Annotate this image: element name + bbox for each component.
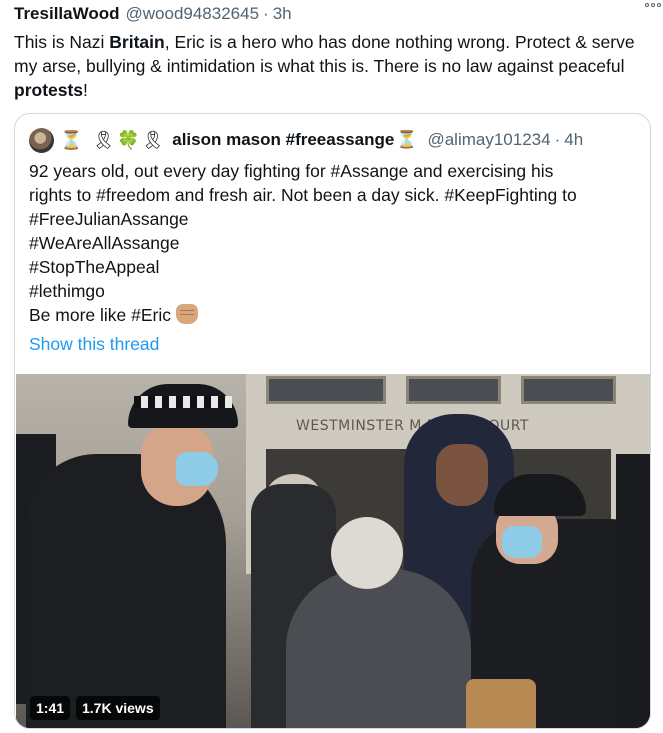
person-right bbox=[616, 454, 650, 728]
author-display-name[interactable]: TresillaWood bbox=[14, 4, 120, 24]
avatar[interactable] bbox=[29, 127, 54, 153]
tweet-text-part: ! bbox=[83, 80, 88, 100]
quoted-text-line: rights to #freedom and fresh air. Not be… bbox=[29, 185, 577, 205]
author-handle[interactable]: @wood94832645 bbox=[126, 4, 260, 24]
hourglass-icon: ⏳ bbox=[396, 130, 418, 150]
person-elderly bbox=[286, 569, 471, 728]
tweet-text-part: This is Nazi bbox=[14, 32, 110, 52]
separator-dot: · bbox=[263, 4, 269, 23]
building-window bbox=[521, 376, 616, 404]
quoted-tweet-card[interactable]: ⏳ 🎗🍀🎗 alison mason #freeassange ⏳ @alima… bbox=[14, 113, 651, 729]
quoted-text-part: Be more like #Eric bbox=[29, 305, 176, 325]
person-head bbox=[331, 517, 403, 589]
quoted-tweet-text: 92 years old, out every day fighting for… bbox=[29, 159, 639, 327]
hashtag-link[interactable]: #FreeJulianAssange bbox=[29, 207, 639, 231]
building-window bbox=[406, 376, 501, 404]
tweet-text-bold: protests bbox=[14, 80, 84, 100]
video-player[interactable]: WESTMINSTER M RATES COURT 1:41 1.7K view… bbox=[16, 374, 650, 728]
building-window bbox=[266, 376, 386, 404]
hashtag-link[interactable]: #lethimgo bbox=[29, 279, 639, 303]
tweet-text-bold: Britain bbox=[109, 32, 165, 52]
quoted-display-name[interactable]: alison mason #freeassange bbox=[172, 130, 394, 150]
raised-fist-icon bbox=[175, 304, 198, 324]
hashtag-link[interactable]: #WeAreAllAssange bbox=[29, 231, 639, 255]
tweet-timestamp[interactable]: 3h bbox=[273, 4, 292, 24]
name-emoji: ⏳ 🎗🍀🎗 bbox=[60, 129, 167, 151]
video-view-count: 1.7K views bbox=[76, 696, 160, 720]
tweet[interactable]: TresillaWood @wood94832645 · 3h This is … bbox=[0, 0, 663, 733]
hashtag-link[interactable]: #StopTheAppeal bbox=[29, 255, 639, 279]
quoted-handle[interactable]: @alimay101234 bbox=[427, 130, 550, 150]
more-options-icon[interactable] bbox=[645, 3, 661, 7]
separator-dot: · bbox=[554, 130, 561, 149]
person-face bbox=[436, 444, 488, 506]
quoted-text-line: Be more like #Eric bbox=[29, 303, 639, 327]
face-mask bbox=[176, 452, 218, 486]
bag bbox=[466, 679, 536, 728]
hat-checkered-band bbox=[134, 396, 232, 408]
quoted-timestamp[interactable]: 4h bbox=[564, 130, 583, 150]
video-duration: 1:41 bbox=[30, 696, 71, 720]
quoted-tweet-header: ⏳ 🎗🍀🎗 alison mason #freeassange ⏳ @alima… bbox=[29, 127, 636, 153]
tweet-text: This is Nazi Britain, Eric is a hero who… bbox=[14, 30, 644, 102]
tweet-header: TresillaWood @wood94832645 · 3h bbox=[14, 2, 649, 26]
show-thread-link[interactable]: Show this thread bbox=[29, 334, 159, 355]
quoted-text-line: 92 years old, out every day fighting for… bbox=[29, 161, 554, 181]
face-mask bbox=[502, 526, 542, 558]
